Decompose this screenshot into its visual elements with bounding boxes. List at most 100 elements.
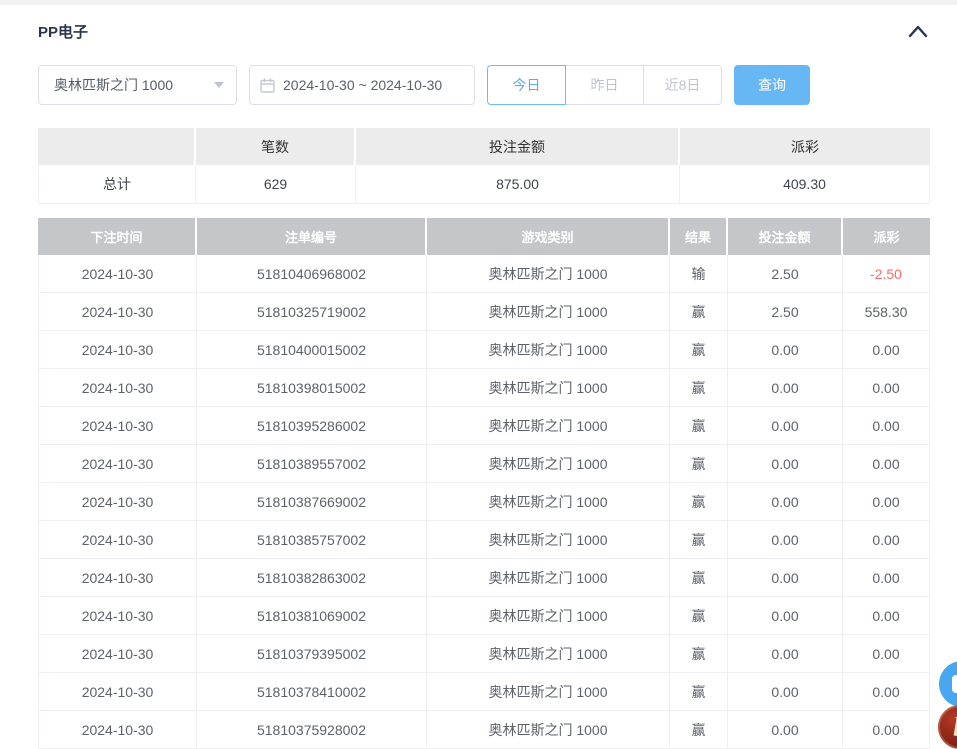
cell-payout: 0.00: [843, 673, 930, 711]
cell-game: 奥林匹斯之门 1000: [427, 369, 670, 407]
summary-header-cell: 笔数: [196, 128, 356, 165]
game-select[interactable]: 奥林匹斯之门 1000: [38, 65, 237, 105]
game-select-value: 奥林匹斯之门 1000: [54, 75, 214, 95]
top-strip: [0, 0, 957, 5]
cell-bet-time: 2024-10-30: [38, 255, 197, 293]
bets-header-cell: 下注时间: [38, 218, 197, 255]
cell-payout: 0.00: [843, 559, 930, 597]
table-row: 2024-10-3051810389557002奥林匹斯之门 1000赢0.00…: [38, 445, 930, 483]
cell-result: 赢: [670, 635, 728, 673]
table-row: 2024-10-3051810375928002奥林匹斯之门 1000赢0.00…: [38, 711, 930, 749]
cell-bet-id: 51810378410002: [197, 673, 427, 711]
cell-bet-time: 2024-10-30: [38, 673, 197, 711]
cell-game: 奥林匹斯之门 1000: [427, 635, 670, 673]
cell-payout: 558.30: [843, 293, 930, 331]
table-row: 2024-10-3051810395286002奥林匹斯之门 1000赢0.00…: [38, 407, 930, 445]
cell-bet-amount: 0.00: [728, 711, 843, 749]
cell-payout: 0.00: [843, 711, 930, 749]
cell-bet-time: 2024-10-30: [38, 597, 197, 635]
cell-bet-id: 51810400015002: [197, 331, 427, 369]
cell-bet-amount: 2.50: [728, 255, 843, 293]
cell-result: 输: [670, 255, 728, 293]
panel-header: PP电子: [38, 17, 930, 45]
summary-total-row: 总计629875.00409.30: [38, 165, 930, 204]
cell-bet-time: 2024-10-30: [38, 407, 197, 445]
summary-table: 笔数投注金额派彩 总计629875.00409.30: [38, 128, 930, 204]
cell-bet-amount: 0.00: [728, 635, 843, 673]
cell-payout: 0.00: [843, 521, 930, 559]
cell-bet-amount: 0.00: [728, 445, 843, 483]
collapse-chevron-up-icon[interactable]: [906, 23, 930, 39]
bets-header-cell: 注单编号: [197, 218, 427, 255]
cell-result: 赢: [670, 407, 728, 445]
cell-payout: 0.00: [843, 445, 930, 483]
cell-bet-amount: 0.00: [728, 597, 843, 635]
cell-payout: 0.00: [843, 369, 930, 407]
table-row: 2024-10-3051810379395002奥林匹斯之门 1000赢0.00…: [38, 635, 930, 673]
quick-filter-button-2[interactable]: 近8日: [643, 65, 722, 105]
quick-filter-button-0[interactable]: 今日: [487, 65, 566, 105]
date-range-value: 2024-10-30 ~ 2024-10-30: [283, 77, 442, 93]
cell-game: 奥林匹斯之门 1000: [427, 673, 670, 711]
table-row: 2024-10-3051810387669002奥林匹斯之门 1000赢0.00…: [38, 483, 930, 521]
summary-header-cell: 派彩: [680, 128, 930, 165]
cell-bet-time: 2024-10-30: [38, 521, 197, 559]
cell-bet-id: 51810385757002: [197, 521, 427, 559]
cell-result: 赢: [670, 597, 728, 635]
date-range-input[interactable]: 2024-10-30 ~ 2024-10-30: [249, 65, 475, 105]
cell-bet-amount: 0.00: [728, 407, 843, 445]
search-button[interactable]: 查询: [734, 65, 810, 105]
table-row: 2024-10-3051810385757002奥林匹斯之门 1000赢0.00…: [38, 521, 930, 559]
summary-header-cell: 投注金额: [356, 128, 680, 165]
cell-bet-time: 2024-10-30: [38, 369, 197, 407]
chevron-down-icon: [214, 82, 224, 88]
table-row: 2024-10-3051810382863002奥林匹斯之门 1000赢0.00…: [38, 559, 930, 597]
cell-bet-amount: 0.00: [728, 331, 843, 369]
report-panel: PP电子 奥林匹斯之门 1000 2024-10-30 ~ 2024-10-30…: [0, 17, 957, 749]
cell-bet-amount: 0.00: [728, 483, 843, 521]
filter-bar: 奥林匹斯之门 1000 2024-10-30 ~ 2024-10-30 今日昨日…: [38, 65, 930, 105]
cell-bet-amount: 0.00: [728, 521, 843, 559]
cell-bet-id: 51810382863002: [197, 559, 427, 597]
cell-bet-time: 2024-10-30: [38, 711, 197, 749]
cell-bet-time: 2024-10-30: [38, 635, 197, 673]
cell-result: 赢: [670, 559, 728, 597]
cell-game: 奥林匹斯之门 1000: [427, 407, 670, 445]
cell-payout: 0.00: [843, 597, 930, 635]
cell-game: 奥林匹斯之门 1000: [427, 293, 670, 331]
cell-result: 赢: [670, 483, 728, 521]
cell-payout: 0.00: [843, 407, 930, 445]
table-row: 2024-10-3051810378410002奥林匹斯之门 1000赢0.00…: [38, 673, 930, 711]
calendar-icon: [260, 78, 275, 93]
cell-bet-time: 2024-10-30: [38, 483, 197, 521]
bets-table: 下注时间注单编号游戏类别结果投注金额派彩 2024-10-30518104069…: [38, 218, 930, 749]
cell-bet-time: 2024-10-30: [38, 331, 197, 369]
cell-bet-amount: 0.00: [728, 559, 843, 597]
brand-b-letter: b: [953, 712, 957, 743]
cell-bet-id: 51810398015002: [197, 369, 427, 407]
table-row: 2024-10-3051810406968002奥林匹斯之门 1000输2.50…: [38, 255, 930, 293]
cell-bet-id: 51810389557002: [197, 445, 427, 483]
page-title: PP电子: [38, 21, 88, 42]
summary-total-label: 总计: [38, 165, 196, 204]
table-row: 2024-10-3051810400015002奥林匹斯之门 1000赢0.00…: [38, 331, 930, 369]
summary-total-value: 629: [196, 165, 356, 204]
bets-header-cell: 投注金额: [728, 218, 843, 255]
cell-game: 奥林匹斯之门 1000: [427, 597, 670, 635]
cell-bet-time: 2024-10-30: [38, 293, 197, 331]
cell-bet-amount: 0.00: [728, 369, 843, 407]
cell-bet-id: 51810395286002: [197, 407, 427, 445]
cell-result: 赢: [670, 711, 728, 749]
quick-filter-button-1[interactable]: 昨日: [565, 65, 644, 105]
cell-game: 奥林匹斯之门 1000: [427, 331, 670, 369]
cell-bet-amount: 0.00: [728, 673, 843, 711]
cell-bet-amount: 2.50: [728, 293, 843, 331]
cell-result: 赢: [670, 331, 728, 369]
cell-bet-id: 51810381069002: [197, 597, 427, 635]
bets-header-row: 下注时间注单编号游戏类别结果投注金额派彩: [38, 218, 930, 255]
cell-result: 赢: [670, 521, 728, 559]
cell-bet-time: 2024-10-30: [38, 559, 197, 597]
chat-bubble-icon: [952, 675, 957, 693]
cell-result: 赢: [670, 445, 728, 483]
cell-game: 奥林匹斯之门 1000: [427, 445, 670, 483]
